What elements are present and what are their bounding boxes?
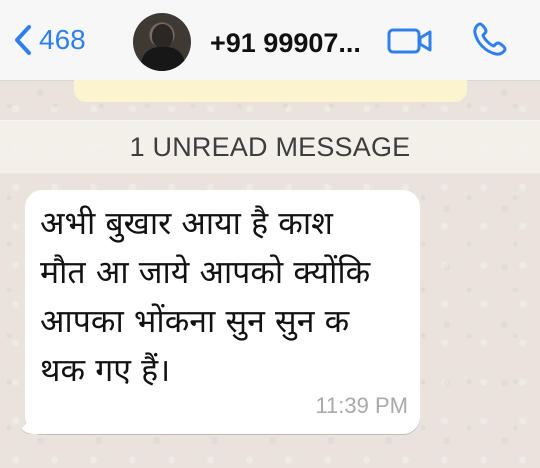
- previous-message-bubble: [74, 80, 467, 102]
- video-call-button[interactable]: [387, 26, 433, 56]
- chevron-left-icon: [15, 25, 31, 55]
- avatar-head: [152, 24, 173, 48]
- message-line: अभी बुखार आया है काश: [40, 204, 333, 242]
- phone-icon: [473, 22, 507, 56]
- message-line: थक गए हैं।: [40, 351, 171, 389]
- contact-name[interactable]: +91 99907...: [210, 27, 385, 59]
- unread-message-label: 1 UNREAD MESSAGE: [129, 132, 411, 162]
- unread-message-divider: 1 UNREAD MESSAGE: [0, 120, 540, 174]
- contact-avatar[interactable]: [133, 13, 191, 71]
- message-line: आपका भोंकना सुन सुन क: [40, 302, 350, 340]
- unread-chat-count: 468: [39, 24, 86, 55]
- voice-call-button[interactable]: [469, 20, 509, 60]
- message-timestamp: 11:39 PM: [315, 393, 408, 418]
- chat-header: 468 +91 99907...: [0, 0, 540, 81]
- message-text: अभी बुखार आया है काश मौत आ जाये आपको क्य…: [40, 199, 405, 395]
- video-camera-icon: [387, 28, 432, 54]
- avatar-body: [141, 47, 185, 71]
- back-button[interactable]: 468: [13, 23, 86, 57]
- message-line: मौत आ जाये आपको क्योंकि: [40, 253, 371, 291]
